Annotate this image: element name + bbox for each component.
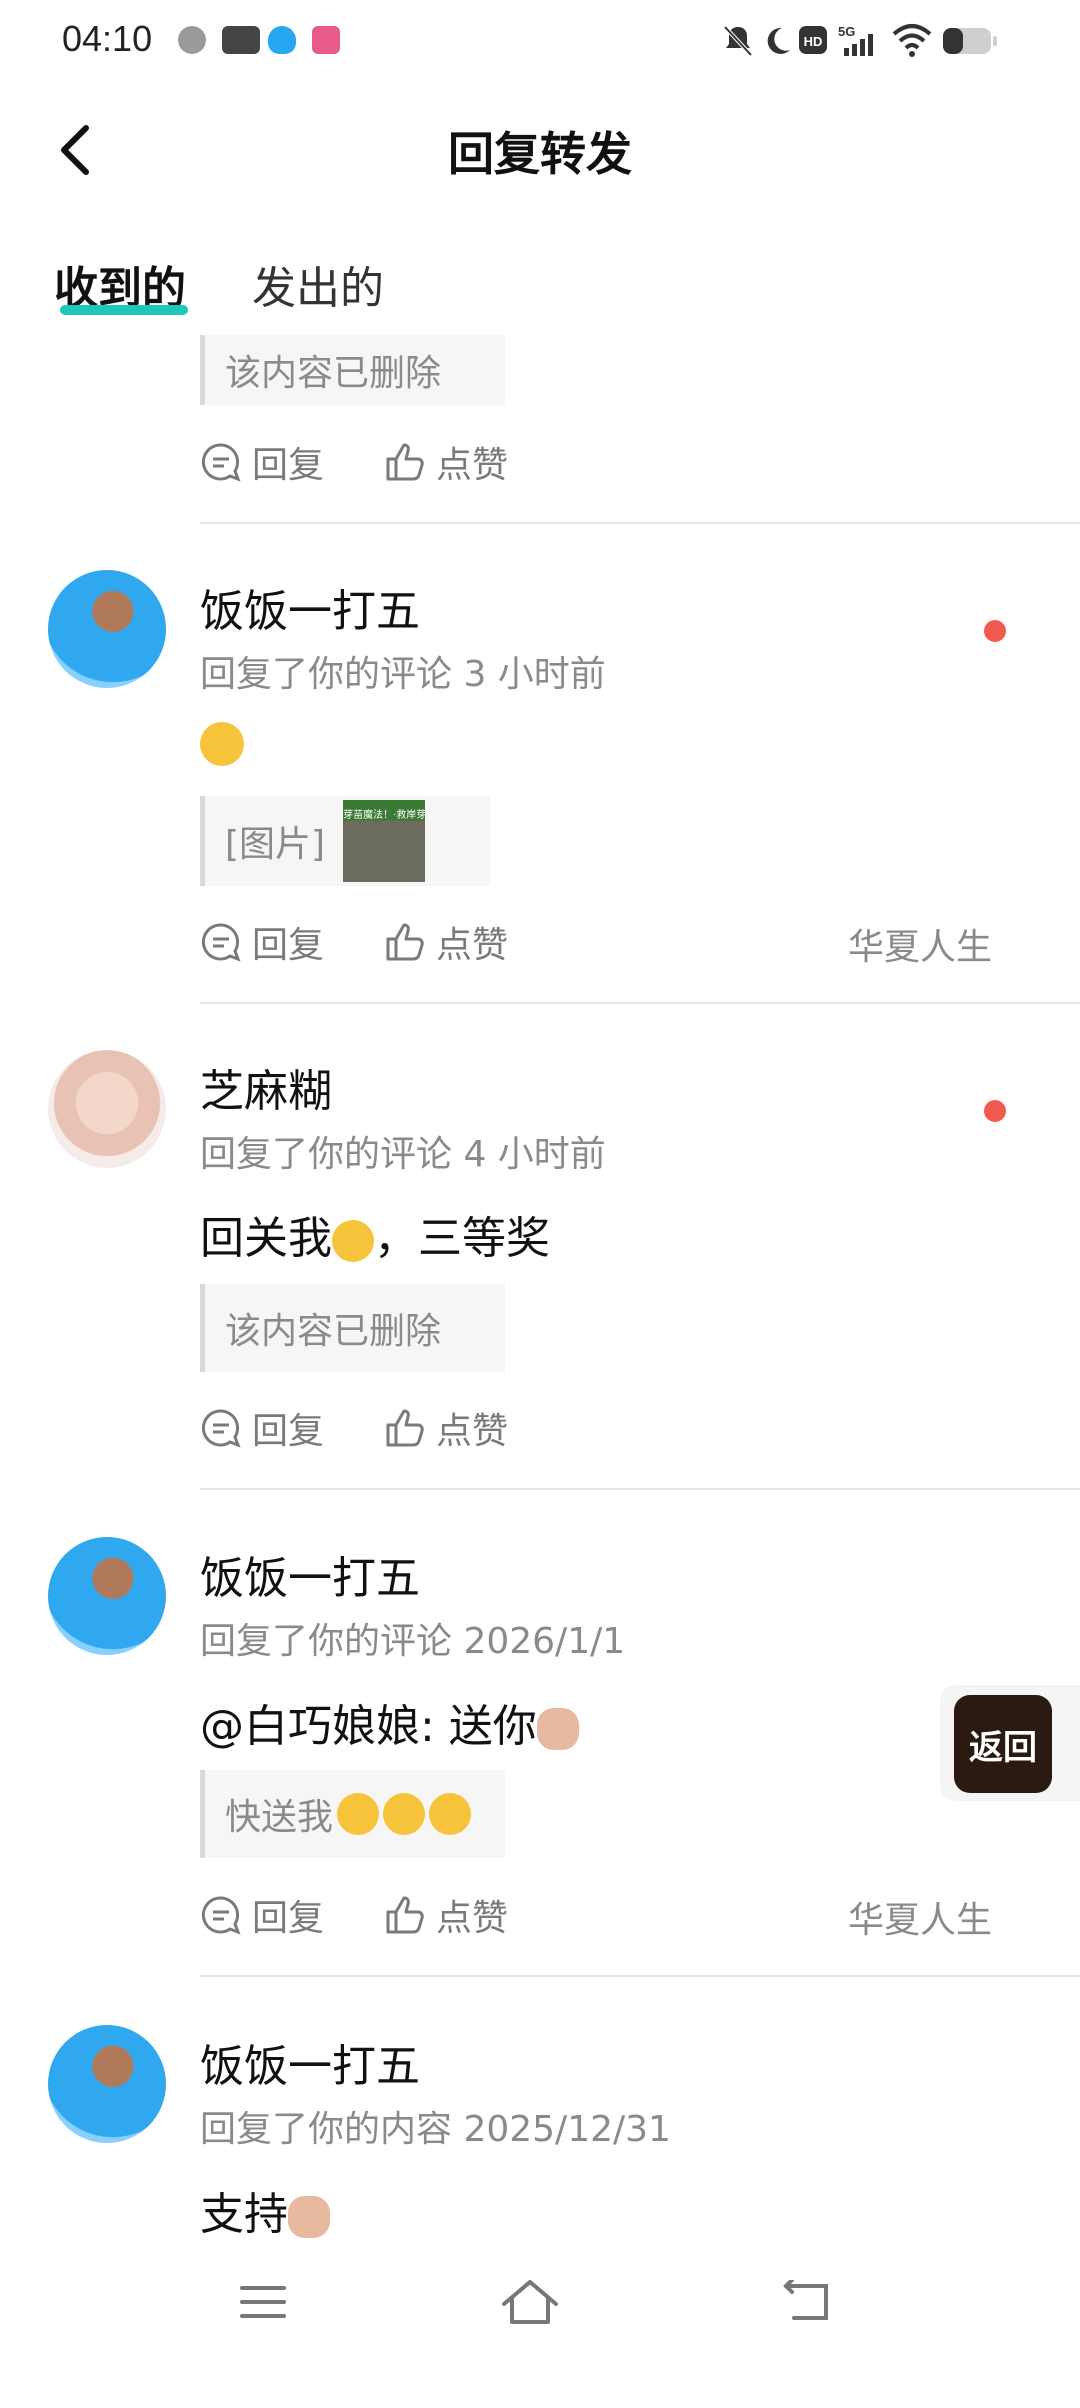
reply-button[interactable]: 回复: [200, 436, 324, 488]
reply-text: @白巧娘娘: 送你: [200, 1701, 537, 1752]
unread-dot: [984, 1100, 1006, 1122]
tab-active-indicator: [60, 305, 188, 315]
qq-icon: [268, 26, 296, 54]
back-nav-icon[interactable]: [782, 2280, 832, 2324]
user-name[interactable]: 饭饭一打五: [200, 575, 420, 639]
quoted-content: [图片] 芽苗魔法！·救岸芽苗: [200, 796, 490, 886]
action-bar: 回复 点赞: [200, 912, 568, 972]
status-bar: 04:10 HD 5G: [0, 0, 1080, 84]
like-label: 点赞: [436, 1411, 509, 1452]
emoji-smirk-icon: [200, 722, 244, 766]
reply-content: @白巧娘娘: 送你: [200, 1690, 579, 1754]
avatar[interactable]: [48, 570, 166, 688]
menu-icon[interactable]: [238, 2282, 288, 2322]
tab-sent[interactable]: 发出的: [252, 252, 384, 316]
quoted-content: 该内容已删除: [200, 1284, 505, 1372]
reply-text: 回关我: [200, 1213, 332, 1264]
page-title: 回复转发: [448, 127, 632, 181]
silent-bell-icon: [723, 25, 753, 57]
reply-label: 回复: [252, 1898, 325, 1939]
quoted-text: 快送我: [225, 1797, 334, 1838]
divider: [200, 1002, 1080, 1004]
reply-label: 回复: [252, 1411, 325, 1452]
divider: [200, 1488, 1080, 1490]
reply-meta: 回复了你的评论 3 小时前: [200, 654, 606, 695]
bilibili-icon: [312, 26, 340, 54]
reply-text: 支持: [200, 2189, 288, 2240]
divider: [200, 1975, 1080, 1977]
reply-button[interactable]: 回复: [200, 1402, 324, 1454]
status-time: 04:10: [62, 18, 153, 59]
reply-content: 支持: [200, 2178, 330, 2242]
wifi-icon: [892, 24, 932, 57]
user-name[interactable]: 饭饭一打五: [200, 2030, 420, 2094]
like-label: 点赞: [436, 445, 509, 486]
reply-meta: 回复了你的评论 4 小时前: [200, 1134, 606, 1175]
emoji-surprised-icon: [429, 1793, 472, 1835]
cellular-5g-icon: 5G: [838, 24, 873, 56]
reply-icon: [201, 923, 241, 962]
thumbnail-caption: 芽苗魔法！·救岸芽苗: [343, 810, 426, 821]
like-button[interactable]: 点赞: [384, 1402, 508, 1454]
return-button[interactable]: 返回: [954, 1695, 1052, 1793]
thumbs-up-icon: [386, 1896, 424, 1934]
quoted-text: 该内容已删除: [225, 1311, 442, 1352]
system-nav-bar: [0, 2240, 1080, 2408]
avatar[interactable]: [48, 2025, 166, 2143]
user-name[interactable]: 芝麻糊: [200, 1055, 332, 1119]
battery-icon: [943, 28, 997, 54]
action-bar: 回复 点赞: [200, 432, 568, 492]
emoji-finger-heart-icon: [288, 2196, 330, 2238]
quoted-text: [图片]: [225, 824, 326, 865]
reply-button[interactable]: 回复: [200, 916, 324, 968]
thumbs-up-icon: [386, 923, 424, 961]
unread-dot: [984, 620, 1006, 642]
user-name[interactable]: 饭饭一打五: [200, 1542, 420, 1606]
quoted-content: 该内容已删除: [200, 335, 505, 405]
action-bar: 回复 点赞: [200, 1398, 568, 1458]
thumbnail-image[interactable]: 芽苗魔法！·救岸芽苗: [343, 800, 426, 882]
quoted-text: 该内容已删除: [225, 353, 442, 394]
source-tag[interactable]: 华夏人生: [848, 918, 992, 970]
emoji-surprised-icon: [337, 1793, 380, 1835]
tap-icon: [222, 26, 260, 54]
moon-icon: [767, 27, 790, 54]
floating-return-widget[interactable]: 返回: [940, 1685, 1080, 1801]
reply-text: ，三等奖: [374, 1213, 550, 1264]
reply-content: 回关我 ，三等奖: [200, 1202, 550, 1266]
divider: [200, 522, 1080, 524]
reply-label: 回复: [252, 925, 325, 966]
reply-meta: 回复了你的评论 2026/1/1: [200, 1621, 626, 1662]
emoji-finger-heart-icon: [536, 1708, 579, 1750]
emoji-smile-icon: [332, 1220, 374, 1262]
home-icon[interactable]: [500, 2278, 560, 2326]
reply-meta: 回复了你的内容 2025/12/31: [200, 2109, 671, 2150]
like-label: 点赞: [436, 925, 509, 966]
reply-label: 回复: [252, 445, 325, 486]
source-tag[interactable]: 华夏人生: [848, 1891, 992, 1943]
reply-icon: [201, 1896, 241, 1935]
hd-icon: HD: [799, 26, 827, 54]
like-label: 点赞: [436, 1898, 509, 1939]
reply-icon: [201, 1409, 241, 1448]
reply-button[interactable]: 回复: [200, 1889, 324, 1941]
wechat-icon: [178, 26, 206, 54]
like-button[interactable]: 点赞: [384, 916, 508, 968]
reply-icon: [201, 443, 241, 482]
svg-text:HD: HD: [804, 34, 823, 49]
avatar[interactable]: [48, 1537, 166, 1655]
like-button[interactable]: 点赞: [384, 436, 508, 488]
quoted-content: 快送我: [200, 1770, 505, 1858]
thumbs-up-icon: [386, 1409, 424, 1447]
svg-text:5G: 5G: [838, 24, 855, 39]
thumbs-up-icon: [386, 443, 424, 481]
emoji-surprised-icon: [383, 1793, 426, 1835]
avatar[interactable]: [48, 1050, 166, 1168]
action-bar: 回复 点赞: [200, 1885, 568, 1945]
return-label: 返回: [969, 1727, 1037, 1768]
like-button[interactable]: 点赞: [384, 1889, 508, 1941]
